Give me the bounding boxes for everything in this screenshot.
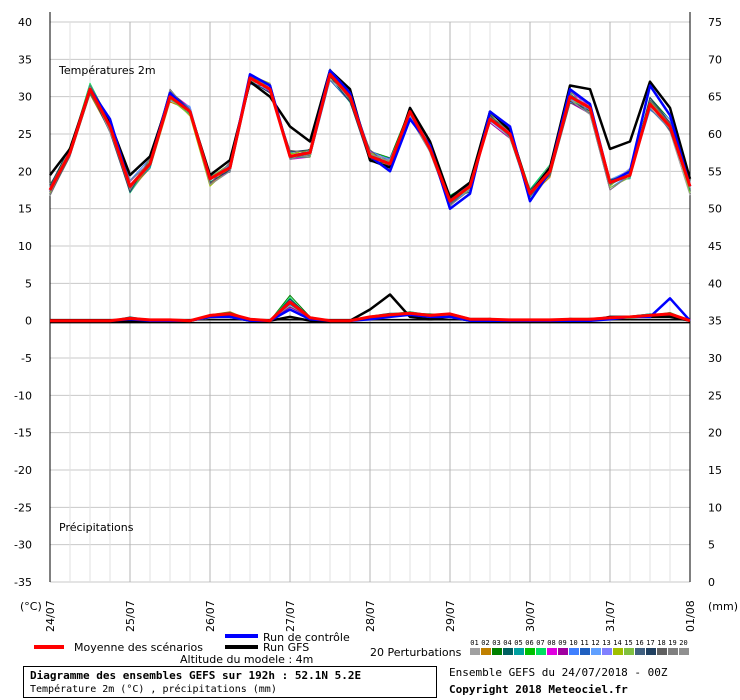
left-tick-label: 10 xyxy=(18,240,32,253)
left-tick-label: 15 xyxy=(18,203,32,216)
right-tick-label: 40 xyxy=(708,277,722,290)
perturbation-swatch xyxy=(635,648,645,655)
left-tick-label: -15 xyxy=(14,427,32,440)
x-tick-label: 29/07 xyxy=(444,600,457,632)
perturbation-swatch xyxy=(481,648,491,655)
x-tick-label: 30/07 xyxy=(524,600,537,632)
perturbation-swatch xyxy=(503,648,513,655)
grid xyxy=(49,21,691,583)
perturbation-swatch xyxy=(525,648,535,655)
perturbation-swatch xyxy=(536,648,546,655)
right-tick-label: 55 xyxy=(708,165,722,178)
perturbation-id: 12 xyxy=(591,639,599,647)
right-tick-label: 75 xyxy=(708,16,722,29)
right-tick-label: 70 xyxy=(708,53,722,66)
perturbation-id: 13 xyxy=(602,639,610,647)
right-tick-label: 45 xyxy=(708,240,722,253)
copyright: Copyright 2018 Meteociel.fr xyxy=(449,683,628,696)
precipitation-title: Précipitations xyxy=(59,521,134,534)
perturbation-swatch xyxy=(547,648,557,655)
temperature-title: Températures 2m xyxy=(58,64,156,77)
perturbation-legend: 01 02 03 04 05 06 07 08 09 10 11 12 13 14 15 16 17 18 19 20 xyxy=(470,639,689,655)
right-tick-label: 0 xyxy=(708,576,715,589)
perturbation-id: 08 xyxy=(547,639,555,647)
left-tick-label: 35 xyxy=(18,53,32,66)
perturbation-id: 17 xyxy=(646,639,654,647)
left-tick-label: -25 xyxy=(14,501,32,514)
perturbation-swatch xyxy=(646,648,656,655)
right-tick-label: 50 xyxy=(708,203,722,216)
left-tick-label: 20 xyxy=(18,165,32,178)
left-unit-label: (°C) xyxy=(20,600,42,613)
right-unit-label: (mm) xyxy=(708,600,738,613)
perturbation-id: 03 xyxy=(492,639,500,647)
perturbation-swatch xyxy=(492,648,502,655)
perturbation-swatch xyxy=(569,648,579,655)
ensemble-chart: 4035302520151050-5-10-15-20-25-30-357570… xyxy=(14,12,738,659)
left-tick-label: 5 xyxy=(25,277,32,290)
diagram-subtitle: Température 2m (°C) , précipitations (mm… xyxy=(30,684,277,695)
diagram-title: Diagramme des ensembles GEFS sur 192h : … xyxy=(30,669,362,682)
right-tick-label: 30 xyxy=(708,352,722,365)
perturbation-id: 11 xyxy=(580,639,588,647)
right-tick-label: 60 xyxy=(708,128,722,141)
right-tick-label: 5 xyxy=(708,539,715,552)
legend-perturbations-label: 20 Perturbations xyxy=(370,646,462,659)
perturbation-id: 05 xyxy=(514,639,522,647)
left-tick-label: 0 xyxy=(25,315,32,328)
perturbation-swatch xyxy=(591,648,601,655)
perturbation-swatch xyxy=(602,648,612,655)
perturbation-id: 20 xyxy=(679,639,687,647)
left-tick-label: 30 xyxy=(18,91,32,104)
right-tick-label: 35 xyxy=(708,315,722,328)
footer-box: Diagramme des ensembles GEFS sur 192h : … xyxy=(23,666,437,698)
right-tick-label: 25 xyxy=(708,389,722,402)
left-tick-label: -20 xyxy=(14,464,32,477)
x-tick-label: 27/07 xyxy=(284,600,297,632)
perturbation-swatch xyxy=(657,648,667,655)
left-tick-label: -30 xyxy=(14,539,32,552)
right-tick-label: 15 xyxy=(708,464,722,477)
perturbation-swatch xyxy=(558,648,568,655)
x-tick-label: 01/08 xyxy=(684,600,697,632)
perturbation-id: 15 xyxy=(624,639,632,647)
x-tick-label: 31/07 xyxy=(604,600,617,632)
left-tick-label: 40 xyxy=(18,16,32,29)
perturbation-swatch xyxy=(580,648,590,655)
perturbation-swatch xyxy=(679,648,689,655)
perturbation-id: 07 xyxy=(536,639,544,647)
x-tick-label: 28/07 xyxy=(364,600,377,632)
perturbation-id: 06 xyxy=(525,639,533,647)
ensemble-info: Ensemble GEFS du 24/07/2018 - 00Z xyxy=(449,666,668,679)
perturbation-id: 19 xyxy=(668,639,676,647)
left-tick-label: -5 xyxy=(21,352,32,365)
right-tick-label: 10 xyxy=(708,501,722,514)
left-tick-label: -35 xyxy=(14,576,32,589)
perturbation-id: 01 xyxy=(470,639,478,647)
perturbation-id: 09 xyxy=(558,639,566,647)
left-tick-label: 25 xyxy=(18,128,32,141)
x-tick-label: 26/07 xyxy=(204,600,217,632)
right-tick-label: 20 xyxy=(708,427,722,440)
perturbation-id: 14 xyxy=(613,639,621,647)
x-tick-label: 25/07 xyxy=(124,600,137,632)
right-tick-label: 65 xyxy=(708,91,722,104)
perturbation-id: 16 xyxy=(635,639,643,647)
left-tick-label: -10 xyxy=(14,389,32,402)
perturbation-id: 18 xyxy=(657,639,665,647)
perturbation-swatch xyxy=(668,648,678,655)
perturbation-swatch xyxy=(613,648,623,655)
perturbation-swatch xyxy=(624,648,634,655)
perturbation-swatch xyxy=(514,648,524,655)
perturbation-id: 10 xyxy=(569,639,577,647)
model-altitude: Altitude du modele : 4m xyxy=(180,653,314,666)
perturbation-swatch xyxy=(470,648,480,655)
x-tick-label: 24/07 xyxy=(44,600,57,632)
perturbation-id: 04 xyxy=(503,639,511,647)
perturbation-id: 02 xyxy=(481,639,489,647)
